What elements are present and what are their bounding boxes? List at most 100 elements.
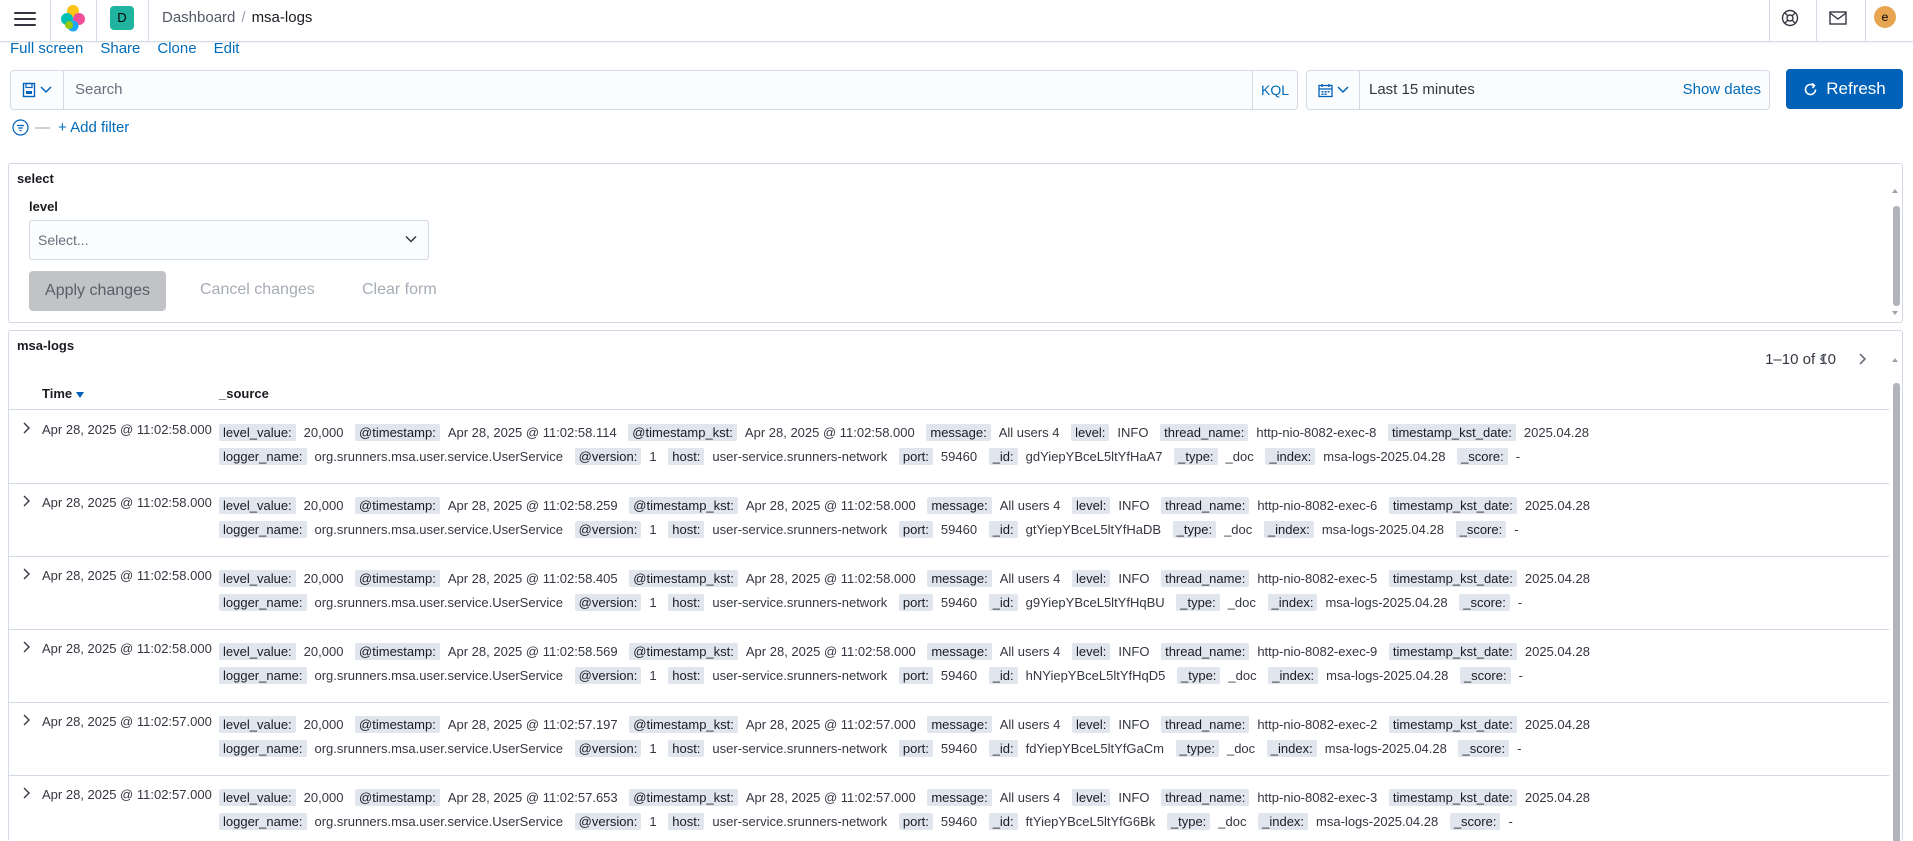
expand-row-icon[interactable]	[21, 567, 31, 585]
field-value: user-service.srunners-network	[712, 522, 888, 537]
elastic-logo-icon[interactable]	[60, 4, 86, 37]
clear-form-button[interactable]: Clear form	[362, 281, 437, 299]
field-value: org.srunners.msa.user.service.UserServic…	[314, 741, 564, 756]
source-field: thread_name: http-nio-8082-exec-5	[1161, 570, 1377, 587]
table-row[interactable]: Apr 28, 2025 @ 11:02:58.000 level_value: 2…	[9, 411, 1889, 484]
panel-title: select	[17, 171, 54, 186]
breadcrumb-dashboard[interactable]: Dashboard	[162, 9, 235, 26]
field-key: port:	[898, 448, 933, 465]
chevron-right-icon	[1859, 353, 1867, 365]
field-key: thread_name:	[1160, 424, 1249, 441]
field-key: _index:	[1267, 594, 1318, 611]
field-value: http-nio-8082-exec-3	[1257, 790, 1378, 805]
field-value: 2025.04.28	[1524, 790, 1590, 805]
add-filter-button[interactable]: + Add filter	[58, 119, 129, 136]
menu-icon[interactable]	[14, 8, 36, 30]
field-value: 2025.04.28	[1524, 717, 1590, 732]
table-row[interactable]: Apr 28, 2025 @ 11:02:58.000 level_value: 2…	[9, 484, 1889, 557]
space-avatar[interactable]: D	[110, 6, 134, 30]
refresh-icon	[1804, 82, 1817, 95]
field-key: _score:	[1449, 813, 1501, 830]
field-key: message:	[927, 643, 992, 660]
field-key: _index:	[1268, 667, 1319, 684]
field-key: level_value:	[219, 570, 296, 587]
expand-row-icon[interactable]	[21, 421, 31, 439]
field-key: timestamp_kst_date:	[1388, 570, 1517, 587]
field-value: hNYiepYBceL5ltYfHqD5	[1025, 668, 1166, 683]
source-field: _type: _doc	[1172, 521, 1252, 538]
field-key: timestamp_kst_date:	[1388, 716, 1517, 733]
row-source: level_value: 20,000 @timestamp: Apr 28, 20…	[219, 786, 1879, 834]
newsfeed-icon[interactable]	[1829, 10, 1847, 31]
full-screen-link[interactable]: Full screen	[10, 40, 83, 57]
field-key: @timestamp_kst:	[629, 716, 738, 733]
table-row[interactable]: Apr 28, 2025 @ 11:02:57.000 level_value: 2…	[9, 703, 1889, 776]
apply-changes-button[interactable]: Apply changes	[29, 271, 166, 311]
next-page-button[interactable]	[1852, 349, 1872, 369]
field-key: level:	[1072, 643, 1111, 660]
filter-options-icon[interactable]	[12, 119, 29, 136]
field-value: 1	[649, 814, 657, 829]
expand-row-icon[interactable]	[21, 494, 31, 512]
field-value: user-service.srunners-network	[712, 814, 888, 829]
expand-row-icon[interactable]	[21, 786, 31, 804]
source-field: level: INFO	[1072, 497, 1149, 514]
scroll-up-arrow[interactable]	[1891, 188, 1899, 194]
field-key: @version:	[574, 667, 642, 684]
field-value: All users 4	[999, 498, 1061, 513]
column-header-time[interactable]: Time	[42, 386, 84, 401]
table-row[interactable]: Apr 28, 2025 @ 11:02:58.000 level_value: 2…	[9, 557, 1889, 630]
field-key: @timestamp:	[355, 716, 440, 733]
vertical-scrollbar[interactable]	[1893, 206, 1900, 306]
source-field: @timestamp_kst: Apr 28, 2025 @ 11:02:57.0…	[629, 789, 916, 806]
field-value: _doc	[1225, 449, 1254, 464]
source-field: message: All users 4	[927, 497, 1061, 514]
user-avatar[interactable]: e	[1874, 6, 1896, 28]
chevron-down-icon	[405, 235, 417, 243]
help-icon[interactable]	[1781, 9, 1799, 32]
field-value: user-service.srunners-network	[712, 449, 888, 464]
field-key: logger_name:	[219, 594, 307, 611]
field-value: org.srunners.msa.user.service.UserServic…	[314, 595, 564, 610]
field-key: level:	[1072, 497, 1111, 514]
table-row[interactable]: Apr 28, 2025 @ 11:02:58.000 level_value: 2…	[9, 630, 1889, 703]
edit-link[interactable]: Edit	[214, 40, 240, 57]
scroll-down-arrow[interactable]	[1891, 310, 1899, 316]
sort-descending-icon[interactable]	[75, 392, 84, 398]
field-value: INFO	[1118, 571, 1150, 586]
column-header-source: _source	[219, 386, 269, 401]
vertical-scrollbar[interactable]	[1893, 383, 1900, 841]
source-field: timestamp_kst_date: 2025.04.28	[1388, 643, 1590, 660]
field-value: Apr 28, 2025 @ 11:02:58.000	[745, 644, 916, 659]
field-value: 59460	[940, 522, 978, 537]
show-dates-button[interactable]: Show dates	[1683, 81, 1761, 98]
query-language-button[interactable]: KQL	[1252, 71, 1297, 109]
controls-panel: select level Select... Apply changes Can…	[8, 163, 1903, 323]
level-select[interactable]: Select...	[29, 220, 429, 260]
source-field: level_value: 20,000	[219, 570, 343, 587]
share-link[interactable]: Share	[100, 40, 140, 57]
expand-row-icon[interactable]	[21, 640, 31, 658]
refresh-button[interactable]: Refresh	[1786, 69, 1903, 109]
quick-select-button[interactable]	[1307, 71, 1360, 109]
field-key: @version:	[574, 813, 642, 830]
clone-link[interactable]: Clone	[157, 40, 196, 57]
field-key: level:	[1071, 424, 1110, 441]
cancel-changes-button[interactable]: Cancel changes	[200, 281, 315, 299]
saved-query-button[interactable]	[11, 71, 64, 109]
field-value: Apr 28, 2025 @ 11:02:58.114	[447, 425, 617, 440]
field-key: _type:	[1177, 667, 1221, 684]
search-input[interactable]: Search	[75, 81, 123, 98]
field-value: gdYiepYBceL5ltYfHaA7	[1025, 449, 1163, 464]
time-range-label[interactable]: Last 15 minutes	[1369, 81, 1475, 98]
scroll-up-arrow[interactable]	[1891, 357, 1899, 363]
source-field: thread_name: http-nio-8082-exec-9	[1161, 643, 1377, 660]
previous-page-button[interactable]	[1814, 349, 1834, 369]
divider	[50, 0, 51, 41]
table-row[interactable]: Apr 28, 2025 @ 11:02:57.000 level_value: 2…	[9, 776, 1889, 841]
field-value: 1	[649, 741, 657, 756]
expand-row-icon[interactable]	[21, 713, 31, 731]
field-key: @timestamp:	[355, 789, 440, 806]
field-value: msa-logs-2025.04.28	[1326, 668, 1449, 683]
field-value: All users 4	[999, 717, 1061, 732]
